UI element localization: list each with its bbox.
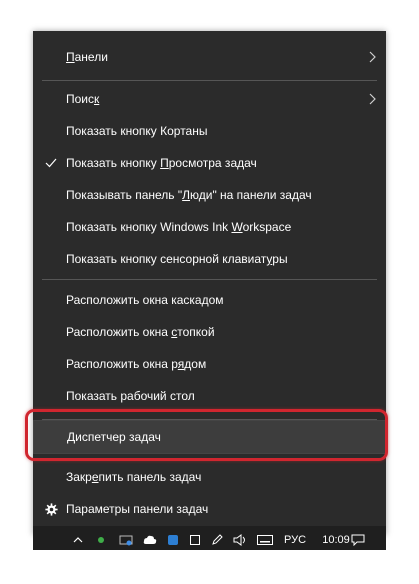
menu-item-cascade-windows[interactable]: Расположить окна каскадом: [33, 284, 386, 316]
menu-item-label: Показать кнопку Windows Ink Workspace: [66, 220, 292, 234]
menu-item-label: Поиск: [66, 92, 100, 106]
menu-item-side-by-side[interactable]: Расположить окна рядом: [33, 348, 386, 380]
menu-item-label: Показывать панель "Люди" на панели задач: [66, 188, 312, 202]
menu-item-label: Показать рабочий стол: [66, 389, 195, 403]
menu-item-label: Панели: [66, 50, 108, 64]
menu-item-label: Закрепить панель задач: [66, 470, 202, 484]
menu-item-show-touch-keyboard[interactable]: Показать кнопку сенсорной клавиатуры: [33, 243, 386, 275]
gear-icon: [43, 493, 59, 525]
tray-square-icon[interactable]: [187, 526, 203, 550]
menu-item-label: Показать кнопку Просмотра задач: [66, 156, 257, 170]
screen: Панели Поиск Показать кнопку Кортаны Пок…: [0, 0, 419, 584]
menu-item-label: Расположить окна стопкой: [66, 325, 215, 339]
tray-app-icon[interactable]: [95, 526, 107, 550]
menu-item-label: Показать кнопку сенсорной клавиатуры: [66, 252, 288, 266]
tray-blue-app-icon[interactable]: [165, 526, 181, 550]
menu-item-show-desktop[interactable]: Показать рабочий стол: [33, 380, 386, 412]
menu-item-lock-taskbar[interactable]: Закрепить панель задач: [33, 461, 386, 493]
menu-item-search[interactable]: Поиск: [33, 83, 386, 115]
menu-separator: [42, 80, 377, 81]
menu-item-label: Параметры панели задач: [66, 502, 209, 516]
menu-item-stack-windows[interactable]: Расположить окна стопкой: [33, 316, 386, 348]
menu-separator: [42, 279, 377, 280]
menu-item-taskbar-settings[interactable]: Параметры панели задач: [33, 493, 386, 525]
speaker-icon[interactable]: [231, 526, 249, 550]
menu-item-label: Расположить окна рядом: [66, 357, 207, 371]
clock-time[interactable]: 10:09: [319, 526, 353, 550]
highlight-frame: [25, 409, 388, 461]
tray-cloud-icon[interactable]: [141, 526, 159, 550]
input-language[interactable]: РУС: [281, 526, 309, 550]
tray-network-icon[interactable]: [117, 526, 135, 550]
menu-item-label: Показать кнопку Кортаны: [66, 124, 208, 138]
menu-item-show-windows-ink[interactable]: Показать кнопку Windows Ink Workspace: [33, 211, 386, 243]
chevron-up-icon[interactable]: [71, 526, 85, 550]
taskbar-tray: РУС 10:09: [33, 526, 386, 550]
check-icon: [43, 147, 59, 179]
keyboard-icon[interactable]: [255, 526, 275, 550]
notification-icon[interactable]: [349, 526, 367, 550]
pen-icon[interactable]: [209, 526, 225, 550]
menu-item-show-task-view[interactable]: Показать кнопку Просмотра задач: [33, 147, 386, 179]
menu-item-show-people[interactable]: Показывать панель "Люди" на панели задач: [33, 179, 386, 211]
menu-item-show-cortana[interactable]: Показать кнопку Кортаны: [33, 115, 386, 147]
chevron-right-icon: [367, 41, 377, 73]
menu-item-toolbars[interactable]: Панели: [33, 41, 386, 73]
menu-item-label: Расположить окна каскадом: [66, 293, 224, 307]
chevron-right-icon: [367, 83, 377, 115]
